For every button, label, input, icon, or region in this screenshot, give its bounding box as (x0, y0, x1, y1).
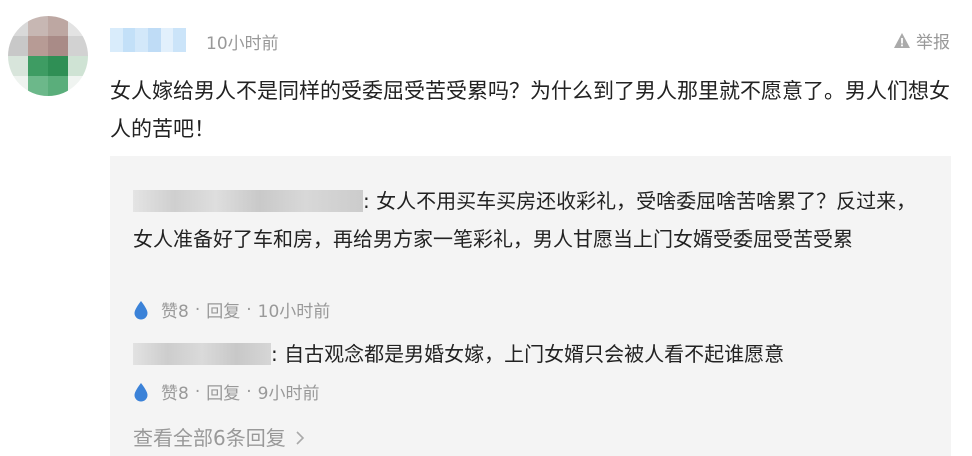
view-all-replies-link[interactable]: 查看全部6条回复 (133, 422, 305, 451)
separator-dot: · (246, 381, 252, 402)
reply-item: : 自古观念都是男婚女嫁，上门女婿只会被人看不起谁愿意 (133, 335, 923, 373)
comment-time: 10小时前 (206, 34, 279, 54)
username[interactable] (110, 28, 187, 52)
like-count[interactable]: 赞8 (161, 379, 189, 404)
reply-item: : 女人不用买车买房还收彩礼，受啥委屈啥苦啥累了？反过来，女人准备好了车和房，再… (133, 182, 923, 258)
separator-dot: · (246, 299, 252, 320)
comment-text: 女人嫁给男人不是同样的受委屈受苦受累吗？为什么到了男人那里就不愿意了。男人们想女… (110, 79, 950, 141)
reply-button[interactable]: 回复 (206, 297, 240, 322)
reply-username-mask[interactable] (133, 189, 363, 212)
reply-time: 9小时前 (257, 384, 320, 404)
separator-dot: · (194, 381, 201, 402)
reply-text: : 自古观念都是男婚女嫁，上门女婿只会被人看不起谁愿意 (271, 342, 785, 366)
like-drop-icon[interactable] (133, 382, 149, 402)
reply-meta: 赞8 · 回复 · 9小时前 (133, 379, 319, 404)
reply-meta: 赞8 · 回复 · 10小时前 (133, 297, 330, 322)
reply-username-mask[interactable] (133, 342, 271, 365)
like-drop-icon[interactable] (133, 300, 149, 320)
report-label: 举报 (916, 33, 950, 53)
reply-time: 10小时前 (257, 302, 331, 322)
replies-panel: : 女人不用买车买房还收彩礼，受啥委屈啥苦啥累了？反过来，女人准备好了车和房，再… (110, 156, 951, 456)
warning-icon (894, 33, 910, 48)
report-button[interactable]: 举报 (893, 28, 950, 53)
avatar[interactable] (8, 16, 88, 96)
like-count[interactable]: 赞8 (161, 297, 189, 322)
separator-dot: · (194, 299, 201, 320)
reply-button[interactable]: 回复 (206, 379, 240, 404)
view-all-label: 查看全部6条回复 (133, 426, 286, 450)
